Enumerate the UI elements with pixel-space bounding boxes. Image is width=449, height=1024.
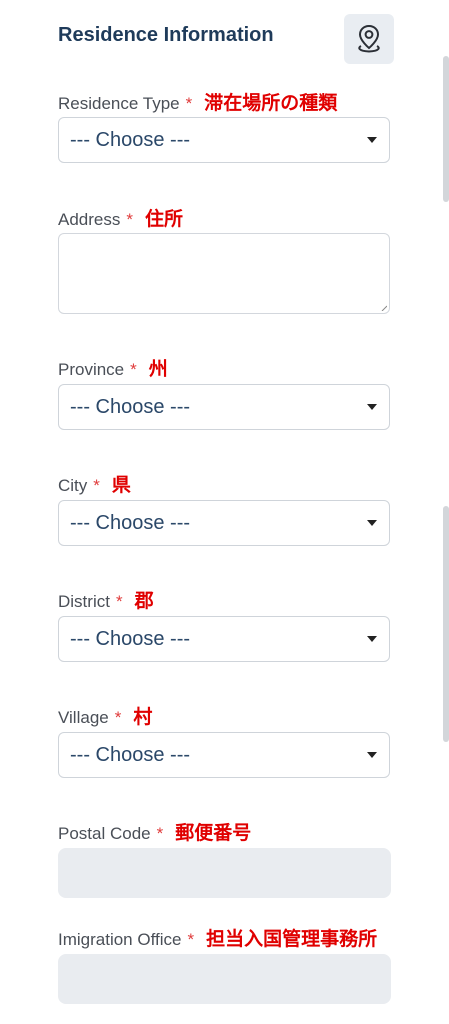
chevron-down-icon — [367, 752, 377, 758]
village-jp-annotation: 村 — [133, 706, 153, 728]
address-jp-annotation: 住所 — [145, 208, 184, 230]
chevron-down-icon — [367, 636, 377, 642]
city-select-value: --- Choose --- — [70, 511, 191, 534]
resize-handle-icon[interactable] — [381, 305, 387, 311]
required-marker: * — [126, 210, 133, 229]
section-title: Residence Information — [58, 24, 274, 46]
required-marker: * — [156, 824, 164, 843]
postal-code-jp-annotation: 郵便番号 — [175, 822, 252, 844]
address-textarea[interactable] — [58, 233, 390, 314]
residence-type-select[interactable]: --- Choose --- — [58, 117, 390, 163]
location-button[interactable] — [344, 14, 394, 64]
village-label: Village * 村 — [58, 702, 152, 729]
residence-type-label: Residence Type * 滞在場所の種類 — [58, 88, 337, 115]
required-marker: * — [114, 708, 122, 727]
residence-type-select-value: --- Choose --- — [70, 128, 191, 151]
province-select[interactable]: --- Choose --- — [58, 384, 390, 430]
location-pin-icon — [358, 24, 380, 53]
residence-type-jp-annotation: 滞在場所の種類 — [204, 92, 338, 114]
chevron-down-icon — [367, 137, 377, 143]
immigration-office-field — [58, 954, 391, 1004]
district-select-value: --- Choose --- — [70, 627, 191, 650]
district-label: District * 郡 — [58, 586, 154, 613]
village-select-value: --- Choose --- — [70, 743, 191, 766]
city-jp-annotation: 県 — [111, 474, 131, 496]
required-marker: * — [130, 360, 137, 379]
scrollbar-lower[interactable] — [443, 506, 449, 742]
village-select[interactable]: --- Choose --- — [58, 732, 390, 778]
district-jp-annotation: 郡 — [134, 590, 154, 612]
province-select-value: --- Choose --- — [70, 395, 191, 418]
immigration-office-label: Imigration Office * 担当入国管理事務所 — [58, 924, 377, 951]
address-label: Address * 住所 — [58, 204, 183, 231]
required-marker: * — [93, 476, 100, 495]
province-jp-annotation: 州 — [148, 358, 168, 380]
city-select[interactable]: --- Choose --- — [58, 500, 390, 546]
required-marker: * — [185, 94, 193, 113]
postal-code-label: Postal Code * 郵便番号 — [58, 818, 251, 845]
immigration-office-jp-annotation: 担当入国管理事務所 — [206, 928, 378, 950]
required-marker: * — [187, 930, 195, 949]
postal-code-field — [58, 848, 391, 898]
city-label: City * 県 — [58, 470, 131, 497]
chevron-down-icon — [367, 404, 377, 410]
province-label: Province * 州 — [58, 354, 168, 381]
required-marker: * — [115, 592, 123, 611]
district-select[interactable]: --- Choose --- — [58, 616, 390, 662]
chevron-down-icon — [367, 520, 377, 526]
scrollbar-upper[interactable] — [443, 56, 449, 202]
